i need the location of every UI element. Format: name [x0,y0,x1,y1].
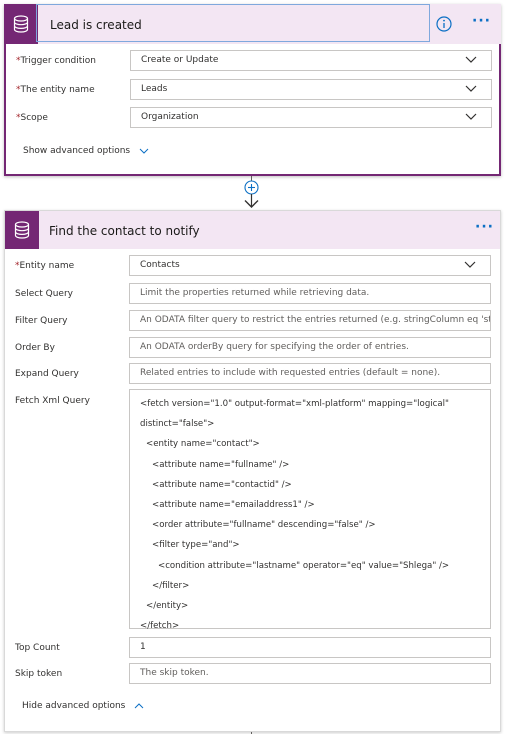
entity-name-dropdown[interactable]: Leads [130,79,492,100]
scope-label: *Scope [16,113,48,123]
entity-name-dropdown[interactable]: Contacts [129,255,491,276]
trigger-title[interactable]: Lead is created [50,18,142,32]
xml-line: </filter> [152,580,190,591]
filter-query-input[interactable]: An ODATA filter query to restrict the en… [129,310,491,331]
top-count-label: Top Count [15,643,60,653]
skip-token-placeholder: The skip token. [140,668,209,678]
skip-token-label: Skip token [15,669,63,679]
order-by-input[interactable]: An ODATA orderBy query for specifying th… [129,337,491,358]
xml-line: </fetch> [140,621,180,632]
more-options-icon[interactable]: ··· [472,14,491,28]
entity-name-value: Contacts [140,260,180,270]
hide-advanced-options-button[interactable]: Hide advanced options [22,701,144,711]
hide-advanced-options-label: Hide advanced options [22,701,126,711]
top-count-value: 1 [140,642,146,652]
select-query-placeholder: Limit the properties returned while retr… [140,288,370,298]
entity-name-label: *The entity name [16,85,95,95]
select-query-input[interactable]: Limit the properties returned while retr… [129,283,491,304]
action-card[interactable]: Find the contact to notify ··· *Entity n… [4,210,501,732]
chevron-down-icon [465,85,477,92]
entity-name-value: Leads [141,84,168,94]
select-query-label: Select Query [15,289,73,299]
action-title[interactable]: Find the contact to notify [49,224,200,238]
database-icon [5,211,39,249]
filter-query-label: Filter Query [15,316,68,326]
filter-query-placeholder: An ODATA filter query to restrict the en… [140,315,491,325]
action-card-header[interactable]: Find the contact to notify ··· [5,211,500,249]
scope-value: Organization [141,112,199,122]
xml-line: <fetch version="1.0" output-format="xml-… [140,399,449,409]
top-count-input[interactable]: 1 [129,637,491,658]
info-icon[interactable] [436,16,452,36]
expand-query-input[interactable]: Related entries to include with requeste… [129,363,491,384]
show-advanced-options-label: Show advanced options [23,146,131,156]
xml-line: <entity name="contact"> [146,439,260,450]
chevron-up-icon [134,702,144,708]
xml-line: <order attribute="fullname" descending="… [152,520,376,531]
xml-line: <filter type="and"> [152,540,240,551]
chevron-down-icon [465,56,477,63]
xml-line: <attribute name="fullname" /> [152,459,290,470]
trigger-condition-label: *Trigger condition [16,56,97,66]
order-by-placeholder: An ODATA orderBy query for specifying th… [140,342,409,352]
chevron-down-icon [465,113,477,120]
skip-token-input[interactable]: The skip token. [129,663,491,684]
expand-query-label: Expand Query [15,369,79,379]
chevron-down-icon [464,261,476,268]
fetch-xml-query-input[interactable]: <fetch version="1.0" output-format="xml-… [129,389,491,631]
trigger-condition-value: Create or Update [141,55,219,65]
chevron-down-icon [139,148,149,154]
expand-query-placeholder: Related entries to include with requeste… [140,368,441,378]
trigger-condition-dropdown[interactable]: Create or Update [130,50,492,71]
xml-line: <condition attribute="lastname" operator… [158,560,450,571]
fetch-xml-query-label: Fetch Xml Query [15,396,90,406]
xml-line: <attribute name="contactid" /> [152,479,292,490]
entity-name-label: *Entity name [15,261,75,271]
show-advanced-options-button[interactable]: Show advanced options [23,146,149,156]
more-options-icon[interactable]: ··· [475,220,494,234]
order-by-label: Order By [15,343,55,353]
trigger-card-header[interactable]: Lead is created ··· [4,4,501,44]
scope-dropdown[interactable]: Organization [130,107,492,128]
trigger-card[interactable]: Lead is created ··· *Trigger condition C… [4,4,501,176]
database-icon [4,4,38,44]
xml-line: </entity> [146,600,189,611]
xml-line: distinct="false"> [140,419,215,430]
xml-line: <attribute name="emailaddress1" /> [152,499,315,510]
